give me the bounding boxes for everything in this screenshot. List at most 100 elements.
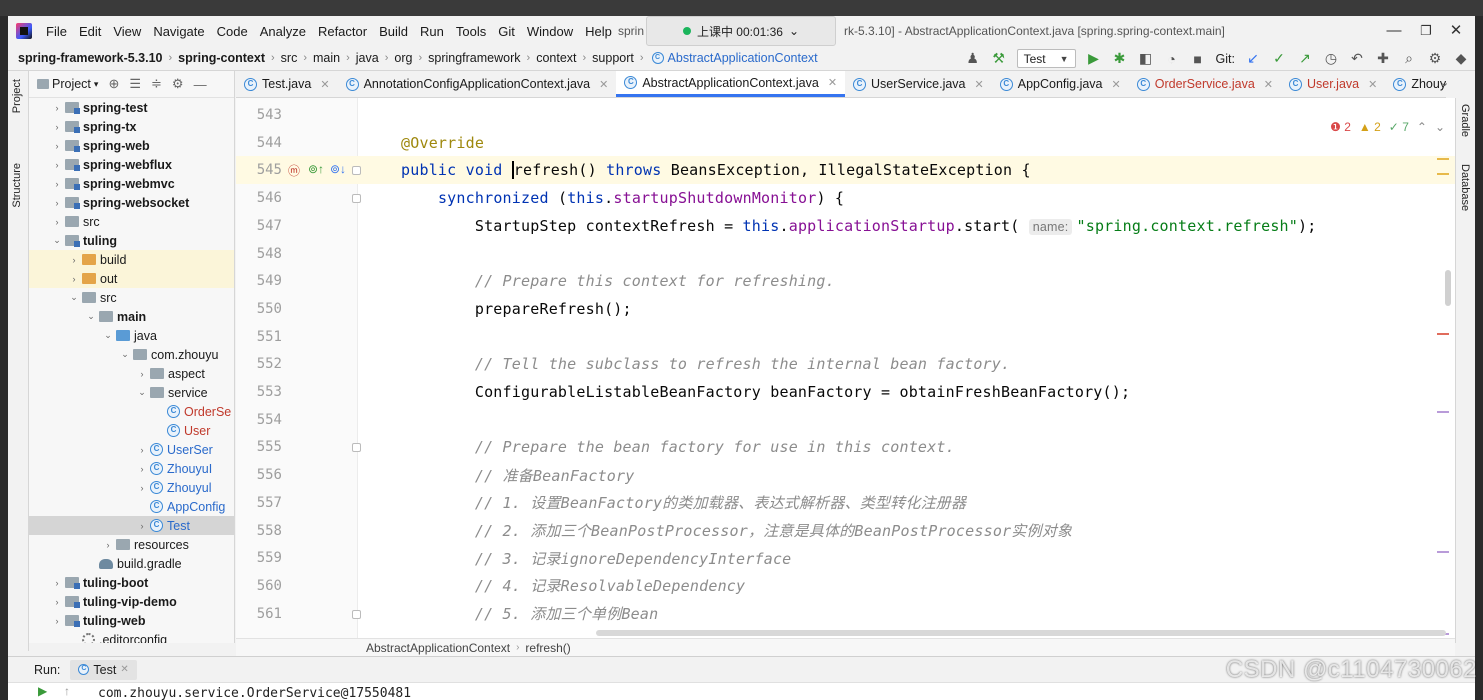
code-text[interactable]: // 2. 添加三个BeanPostProcessor，注意是具体的BeanPo… [401,520,1072,541]
editor-tab[interactable]: C AnnotationConfigApplicationContext.java… [338,71,617,97]
menu-tools[interactable]: Tools [450,24,492,39]
tree-item[interactable]: › C Test [29,516,234,535]
chevron-right-icon[interactable]: › [136,445,148,455]
tree-item[interactable]: › tuling-boot [29,573,234,592]
next-highlight-icon[interactable]: ⌄ [1435,120,1445,134]
chevron-right-icon[interactable]: › [51,122,63,132]
tree-item[interactable]: C OrderSe [29,402,234,421]
run-icon[interactable]: ▶ [1086,50,1102,67]
restore-icon[interactable]: ❐ [1417,22,1435,40]
menu-edit[interactable]: Edit [73,24,107,39]
vertical-scrollbar[interactable] [1445,270,1451,306]
close-tab-icon[interactable]: ✕ [1264,78,1273,91]
fold-marker-icon[interactable] [352,443,361,453]
chevron-right-icon[interactable]: › [136,521,148,531]
code-text[interactable]: synchronized (this.startupShutdownMonito… [401,189,844,207]
inspection-widget[interactable]: ❶ 2 ▲ 2 ✓ 7 ⌃ ⌄ [1330,120,1445,134]
chevron-right-icon[interactable]: › [68,255,80,265]
editor-tab[interactable]: C User.java ✕ [1281,71,1385,97]
code-text[interactable]: // 5. 添加三个单例Bean [401,603,658,624]
tree-item[interactable]: C User [29,421,234,440]
tree-item[interactable]: › C Zhouyul [29,478,234,497]
plugin-icon[interactable]: ✚ [1375,50,1391,67]
editor-crumb-method[interactable]: refresh() [525,641,570,655]
recording-indicator[interactable]: 上课中 00:01:36 ⌄ [646,16,836,46]
chevron-down-icon[interactable]: ⌄ [119,349,131,360]
expand-all-icon[interactable]: ☰ [129,76,141,92]
tree-item[interactable]: ⌄ com.zhouyu [29,345,234,364]
editor-tab[interactable]: C OrderService.java ✕ [1129,71,1281,97]
editor-tab[interactable]: C AbstractApplicationContext.java ✕ [616,71,846,97]
editor-tab[interactable]: CZhouyuE [1385,71,1446,97]
code-text[interactable]: // 3. 记录ignoreDependencyInterface [401,548,791,569]
info-stripe-mark[interactable] [1437,551,1449,553]
scroll-up-icon[interactable]: ↑ [64,684,70,698]
prev-highlight-icon[interactable]: ⌃ [1417,120,1427,134]
code-editor[interactable]: 543 544 @Override 545 public void refresh() … [236,98,1455,638]
editor-crumb-class[interactable]: AbstractApplicationContext [366,641,510,655]
chevron-right-icon[interactable]: › [51,103,63,113]
code-text[interactable]: // 1. 设置BeanFactory的类加载器、表达式解析器、类型转化注册器 [401,492,966,513]
warning-stripe-mark[interactable] [1437,173,1449,175]
fold-marker-icon[interactable] [352,609,361,619]
breadcrumb-item[interactable]: java [356,51,379,65]
horizontal-scrollbar[interactable] [596,630,1446,636]
code-text[interactable]: public void refresh() throws BeansExcept… [401,161,1031,180]
locate-icon[interactable]: ⊕ [108,76,119,92]
tree-item[interactable]: › spring-tx [29,117,234,136]
tree-item[interactable]: ⌄ service [29,383,234,402]
chevron-down-icon[interactable]: ⌄ [85,311,97,322]
collapse-all-icon[interactable]: ≑ [151,76,162,92]
error-stripe-mark[interactable] [1437,333,1449,335]
breadcrumb-item[interactable]: main [313,51,340,65]
chevron-right-icon[interactable]: › [51,179,63,189]
editor-tab[interactable]: C AppConfig.java ✕ [992,71,1129,97]
chevron-down-icon[interactable]: ⌄ [68,292,80,303]
fold-marker-icon[interactable] [352,166,361,176]
breadcrumb-item[interactable]: src [281,51,298,65]
close-tab-icon[interactable]: ✕ [1112,78,1121,91]
code-text[interactable]: // 4. 记录ResolvableDependency [401,575,745,596]
run-tab-test[interactable]: C Test ✕ [70,659,137,680]
minimize-icon[interactable]: — [1385,22,1403,40]
menu-git[interactable]: Git [492,24,521,39]
breadcrumb-item[interactable]: springframework [428,51,520,65]
tree-item[interactable]: › spring-websocket [29,193,234,212]
menu-analyze[interactable]: Analyze [254,24,312,39]
tree-item[interactable]: › spring-webmvc [29,174,234,193]
breadcrumb-item[interactable]: support [592,51,634,65]
menu-code[interactable]: Code [211,24,254,39]
menu-refactor[interactable]: Refactor [312,24,373,39]
git-commit-icon[interactable]: ✓ [1271,50,1287,67]
tree-item[interactable]: › tuling-vip-demo [29,592,234,611]
chevron-right-icon[interactable]: › [51,198,63,208]
editor-tab[interactable]: C UserService.java ✕ [845,71,992,97]
menu-file[interactable]: File [40,24,73,39]
tree-item[interactable]: › C ZhouyuI [29,459,234,478]
tree-item[interactable]: › C UserSer [29,440,234,459]
project-view-dropdown[interactable]: Project ▾ [37,77,98,91]
tree-item[interactable]: ⌄ java [29,326,234,345]
tree-item[interactable]: › spring-webflux [29,155,234,174]
chevron-right-icon[interactable]: › [136,369,148,379]
gradle-tool-button[interactable]: Gradle [1459,104,1471,137]
warning-stripe-mark[interactable] [1437,158,1449,160]
chevron-down-icon[interactable]: ⌄ [51,235,63,246]
tree-item[interactable]: › spring-test [29,98,234,117]
menu-run[interactable]: Run [414,24,450,39]
chevron-right-icon[interactable]: › [136,464,148,474]
user-icon[interactable]: ♟ [965,50,981,67]
breadcrumb-item[interactable]: spring-context [178,51,265,65]
close-tab-icon[interactable]: ✕ [975,78,984,91]
tree-item[interactable]: › src [29,212,234,231]
close-tab-icon[interactable]: ✕ [828,76,837,89]
git-update-icon[interactable]: ↙ [1245,50,1261,67]
fold-marker-icon[interactable] [352,194,361,204]
chevron-right-icon[interactable]: › [51,141,63,151]
code-text[interactable]: // Tell the subclass to refresh the inte… [401,355,1010,373]
tree-item[interactable]: › spring-web [29,136,234,155]
chevron-right-icon[interactable]: › [51,578,63,588]
tree-item[interactable]: .editorconfig [29,630,234,643]
tree-item[interactable]: › build [29,250,234,269]
close-tab-icon[interactable]: ✕ [320,78,329,91]
